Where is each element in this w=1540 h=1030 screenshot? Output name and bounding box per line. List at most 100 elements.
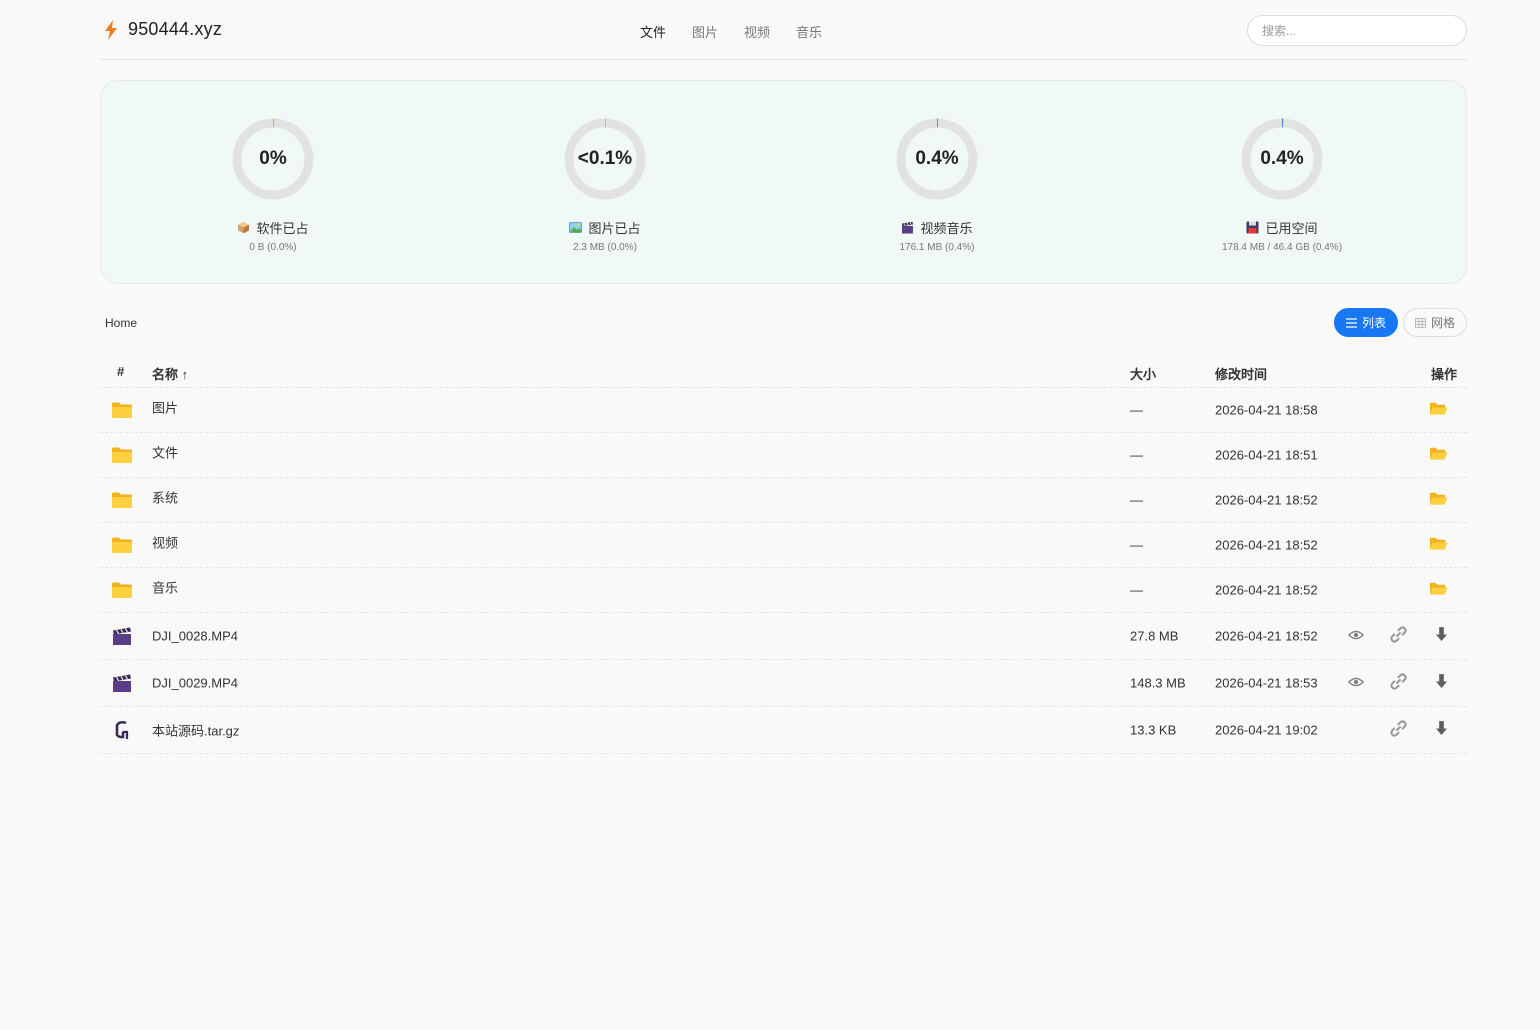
folder-icon: [112, 447, 132, 463]
file-type-icon: [111, 400, 133, 420]
file-size: —: [1130, 447, 1143, 463]
storage-stats-panel: 0% 软件已占 0 B (0.0%) <0.1% 图片已占 2.3 MB (0.…: [100, 80, 1467, 284]
stat-detail: 0 B (0.0%): [249, 242, 297, 253]
donut-chart: 0.4%: [1240, 117, 1324, 201]
nav-videos[interactable]: 视频: [744, 22, 770, 41]
video-file-icon: [113, 674, 131, 692]
nav-images[interactable]: 图片: [692, 22, 718, 41]
stat-used-space: 0.4% 已用空间 178.4 MB / 46.4 GB (0.4%): [1202, 117, 1362, 253]
main-nav: 文件 图片 视频 音乐: [640, 22, 822, 41]
view-toggle: 列表 网格: [1333, 308, 1467, 337]
preview-eye-icon: [1347, 677, 1365, 687]
col-name-sort[interactable]: 名称 ↑: [152, 364, 188, 383]
donut-percent: 0.4%: [1260, 148, 1304, 169]
row-actions: [1340, 478, 1467, 522]
folder-row[interactable]: 视频 — 2026-04-21 18:52: [100, 523, 1467, 568]
nav-music[interactable]: 音乐: [796, 22, 822, 41]
list-view-label: 列表: [1361, 316, 1386, 330]
download-button[interactable]: [1435, 626, 1448, 646]
open-folder-button[interactable]: [1429, 581, 1448, 600]
file-name[interactable]: 文件: [152, 443, 178, 462]
file-table: # 名称 ↑ 大小 修改时间 操作 图片 — 2026-04-21 18:58 文件 —…: [100, 355, 1467, 754]
col-size[interactable]: 大小: [1130, 364, 1156, 383]
stat-label: 视频音乐: [920, 221, 973, 236]
stat-detail: 178.4 MB / 46.4 GB (0.4%): [1221, 242, 1343, 253]
nav-files[interactable]: 文件: [640, 22, 666, 41]
file-size: —: [1130, 492, 1143, 508]
stat-label-row: 图片已占: [555, 218, 655, 237]
file-type-icon: [111, 720, 133, 740]
folder-row[interactable]: 图片 — 2026-04-21 18:58: [100, 388, 1467, 433]
folder-row[interactable]: 音乐 — 2026-04-21 18:52: [100, 568, 1467, 613]
grid-view-label: 网格: [1430, 316, 1455, 330]
row-actions: [1340, 523, 1467, 567]
archive-file-icon: [115, 720, 129, 739]
row-actions: [1340, 613, 1467, 659]
row-actions: [1340, 660, 1467, 706]
folder-icon: [112, 582, 132, 598]
file-name[interactable]: 系统: [152, 488, 178, 507]
file-row[interactable]: 本站源码.tar.gz 13.3 KB 2026-04-21 19:02: [100, 707, 1467, 754]
file-modified: 2026-04-21 18:52: [1215, 582, 1318, 598]
file-name[interactable]: 视频: [152, 533, 178, 552]
open-folder-icon: [1429, 582, 1448, 595]
file-name[interactable]: DJI_0028.MP4: [152, 629, 238, 644]
list-view-button[interactable]: 列表: [1333, 308, 1398, 337]
donut-chart: 0.4%: [895, 117, 979, 201]
file-name[interactable]: 本站源码.tar.gz: [152, 721, 239, 740]
open-folder-button[interactable]: [1429, 491, 1448, 510]
file-modified: 2026-04-21 18:52: [1215, 492, 1318, 508]
file-modified: 2026-04-21 19:02: [1215, 722, 1318, 738]
col-actions: 操作: [1431, 367, 1458, 382]
copy-link-button[interactable]: [1389, 719, 1408, 741]
file-name[interactable]: DJI_0029.MP4: [152, 676, 238, 691]
row-actions: [1340, 388, 1467, 432]
open-folder-button[interactable]: [1429, 401, 1448, 420]
search-input[interactable]: [1247, 15, 1467, 46]
breadcrumb[interactable]: Home: [105, 316, 137, 330]
download-button[interactable]: [1435, 673, 1448, 693]
open-folder-button[interactable]: [1429, 446, 1448, 465]
download-button[interactable]: [1435, 720, 1448, 740]
file-size: 148.3 MB: [1130, 675, 1186, 691]
file-name[interactable]: 图片: [152, 398, 178, 417]
open-folder-icon: [1429, 402, 1448, 415]
stat-label: 已用空间: [1265, 221, 1318, 236]
file-row[interactable]: DJI_0029.MP4 148.3 MB 2026-04-21 18:53: [100, 660, 1467, 707]
file-name[interactable]: 音乐: [152, 578, 178, 597]
stat-software: 0% 软件已占 0 B (0.0%): [223, 117, 323, 253]
file-type-icon: [111, 580, 133, 600]
top-header: 950444.xyz 文件 图片 视频 音乐: [100, 0, 1467, 60]
folder-icon: [112, 402, 132, 418]
copy-link-icon: [1390, 673, 1407, 690]
preview-button[interactable]: [1347, 629, 1365, 644]
folder-row[interactable]: 系统 — 2026-04-21 18:52: [100, 478, 1467, 523]
copy-link-button[interactable]: [1389, 625, 1408, 647]
stat-detail: 176.1 MB (0.4%): [899, 242, 975, 253]
stat-label-row: 视频音乐: [887, 218, 987, 237]
row-actions: [1340, 568, 1467, 612]
lightning-bolt-icon: [105, 19, 117, 40]
file-modified: 2026-04-21 18:52: [1215, 537, 1318, 553]
folder-row[interactable]: 文件 — 2026-04-21 18:51: [100, 433, 1467, 478]
open-folder-button[interactable]: [1429, 536, 1448, 555]
file-type-icon: [111, 626, 133, 646]
file-modified: 2026-04-21 18:58: [1215, 402, 1318, 418]
preview-eye-icon: [1347, 630, 1365, 640]
donut-chart: <0.1%: [563, 117, 647, 201]
row-actions: [1340, 707, 1467, 753]
picture-icon: [569, 222, 583, 233]
file-size: —: [1130, 537, 1143, 553]
brand[interactable]: 950444.xyz: [104, 19, 222, 40]
open-folder-icon: [1429, 447, 1448, 460]
preview-button[interactable]: [1347, 676, 1365, 691]
copy-link-button[interactable]: [1389, 672, 1408, 694]
stat-label: 图片已占: [588, 221, 641, 236]
grid-view-button[interactable]: 网格: [1402, 308, 1467, 337]
copy-link-icon: [1390, 626, 1407, 643]
file-size: —: [1130, 582, 1143, 598]
download-arrow-icon: [1435, 674, 1448, 688]
open-folder-icon: [1429, 537, 1448, 550]
col-modified[interactable]: 修改时间: [1215, 364, 1267, 383]
file-row[interactable]: DJI_0028.MP4 27.8 MB 2026-04-21 18:52: [100, 613, 1467, 660]
